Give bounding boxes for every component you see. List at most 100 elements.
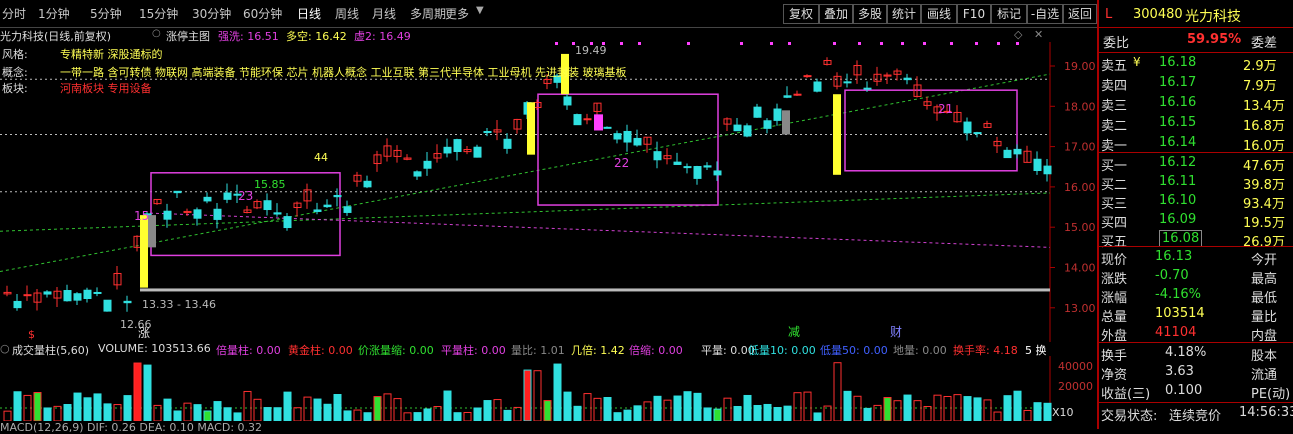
signal-dot (1016, 42, 1019, 45)
y-axis-label: 19.00 (1064, 60, 1096, 73)
trend-line-lower (0, 192, 1051, 232)
candle (223, 192, 232, 200)
y-axis-label: 18.00 (1064, 100, 1096, 113)
candle (733, 124, 742, 132)
close-indicator-icon[interactable]: ✕ (1034, 28, 1043, 41)
sector-value: 河南板块 专用设备 (60, 82, 152, 95)
ask-volume: 2.9万 (1243, 59, 1277, 74)
ask-row: 卖四 16.17 7.9万 (1099, 73, 1293, 94)
bid-row: 买四 16.09 19.5万 (1099, 210, 1293, 231)
candle (343, 206, 352, 213)
zixuan-button[interactable]: -自选 (1027, 4, 1063, 24)
period-5min[interactable]: 5分钟 (90, 5, 122, 22)
stat-row: 总量 103514 量比 (1099, 304, 1293, 325)
stock-name: 光力科技 (1185, 9, 1241, 25)
kline-chart[interactable]: 19.00 18.00 17.00 16.00 15.00 14.00 13.00 19.49… (0, 42, 1097, 342)
period-60min[interactable]: 60分钟 (243, 5, 282, 22)
bid-row: 买三 16.10 93.4万 (1099, 191, 1293, 212)
stat2-row: 净资 3.63 流通 (1099, 362, 1293, 383)
volume-bar (413, 412, 422, 421)
more-dropdown-icon[interactable]: ▼ (476, 5, 484, 16)
ask-volume: 13.4万 (1243, 99, 1285, 114)
volume-bar (73, 392, 82, 421)
biaoji-button[interactable]: 标记 (991, 4, 1027, 24)
y-axis-label: 13.00 (1064, 302, 1096, 315)
volume-bar (513, 406, 522, 421)
period-fenshi[interactable]: 分时 (2, 5, 26, 22)
duogu-button[interactable]: 多股 (853, 4, 887, 24)
bid-price: 16.08 (1159, 230, 1203, 247)
range-bar (140, 288, 1050, 292)
signal-dot (555, 42, 558, 45)
count-label: 22 (614, 156, 629, 170)
stat2-row: 换手 4.18% 股本 (1099, 343, 1293, 364)
weibi-row: 委比 59.95% 委差 (1099, 30, 1293, 51)
candle (843, 81, 852, 84)
bid-row: 买一 16.12 47.6万 (1099, 153, 1293, 174)
volume-bar (743, 394, 752, 421)
candle (633, 137, 642, 146)
signal-dot (975, 42, 978, 45)
volume-bar (223, 407, 232, 421)
candle (1013, 148, 1022, 155)
ask-price: 16.15 (1159, 115, 1197, 130)
bid-price: 16.09 (1159, 212, 1197, 227)
diejia-button[interactable]: 叠加 (819, 4, 853, 24)
period-day[interactable]: 日线 (297, 5, 321, 22)
volume-bar (143, 364, 152, 421)
volume-bar (653, 395, 662, 421)
y-axis-label: 17.00 (1064, 141, 1096, 154)
bid-price: 16.11 (1159, 174, 1197, 189)
candle (903, 77, 912, 81)
period-multi[interactable]: 多周期 (410, 5, 446, 22)
candle (783, 95, 792, 98)
stat-value: 41104 (1155, 325, 1197, 340)
style-label: 风格: (2, 48, 28, 61)
candle (603, 126, 612, 129)
huaxian-button[interactable]: 画线 (921, 4, 957, 24)
candle (503, 138, 512, 149)
ask-price: 16.14 (1159, 135, 1197, 150)
volume-bar (563, 391, 572, 421)
volume-bar (423, 408, 432, 421)
candle (973, 132, 982, 135)
period-30min[interactable]: 30分钟 (192, 5, 231, 22)
volume-bar (673, 395, 682, 421)
volume-bar (363, 412, 372, 421)
candle (63, 290, 72, 302)
candle (813, 81, 822, 92)
period-week[interactable]: 周线 (335, 5, 359, 22)
volume-bar (383, 393, 392, 421)
stat-row: 现价 16.13 今开 (1099, 247, 1293, 268)
high-price-label: 19.49 (575, 44, 607, 57)
candle (803, 75, 812, 78)
range-label: 13.33 - 13.46 (142, 298, 216, 311)
candle (103, 299, 112, 312)
volume-bar (113, 404, 122, 421)
volume-bar (713, 408, 722, 421)
count-label: 21 (938, 102, 953, 116)
fuquan-button[interactable]: 复权 (783, 4, 819, 24)
stat2-label2: PE(动) (1251, 387, 1291, 402)
period-15min[interactable]: 15分钟 (139, 5, 178, 22)
back-button[interactable]: 返回 (1063, 4, 1097, 24)
volume-chart[interactable]: 40000 20000 X10 (0, 356, 1097, 421)
period-1min[interactable]: 1分钟 (38, 5, 70, 22)
candle (323, 204, 332, 208)
candle (1033, 158, 1042, 172)
tongji-button[interactable]: 统计 (887, 4, 921, 24)
settings-icon[interactable]: ◇ (1014, 28, 1022, 41)
volume-indicator-header: ○ 成交量柱(5,60) VOLUME: 103513.66 倍量柱: 0.00… (0, 342, 1050, 357)
candle (583, 118, 592, 121)
volume-bar (1023, 409, 1032, 421)
volume-bar (123, 395, 132, 421)
signal-dot (770, 42, 773, 45)
period-more[interactable]: 更多 (445, 5, 469, 22)
volume-bar (553, 363, 562, 421)
period-month[interactable]: 月线 (372, 5, 396, 22)
f10-button[interactable]: F10 (957, 4, 991, 24)
volume-circle-icon[interactable]: ○ (0, 342, 10, 355)
candle (203, 196, 212, 202)
style-row: 风格: 专精特新 深股通标的 (2, 46, 163, 62)
indicator-circle-icon[interactable]: ○ (152, 28, 161, 39)
